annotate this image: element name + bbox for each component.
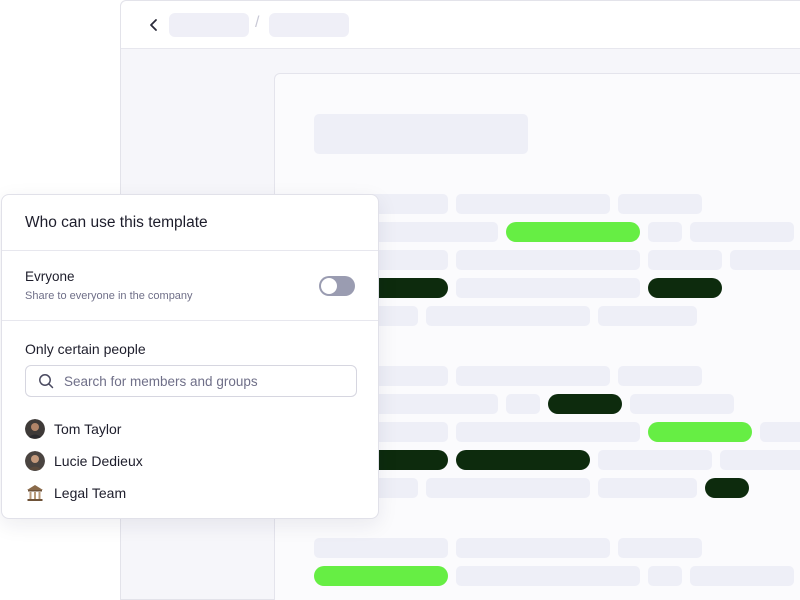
- avatar: [25, 451, 45, 471]
- member-name: Tom Taylor: [54, 421, 122, 437]
- text-placeholder: [598, 306, 697, 326]
- text-placeholder: [456, 278, 640, 298]
- text-placeholder: [690, 222, 794, 242]
- highlight-dark-placeholder: [456, 450, 590, 470]
- toggle-knob: [321, 278, 337, 294]
- highlight-green-placeholder: [314, 566, 448, 586]
- top-bar: /: [121, 1, 800, 49]
- title-placeholder: [314, 114, 528, 154]
- member-search-input[interactable]: [64, 373, 334, 389]
- everyone-label: Evryone: [25, 269, 75, 284]
- breadcrumb-item-placeholder[interactable]: [269, 13, 349, 37]
- member-search-field[interactable]: [25, 365, 357, 397]
- text-placeholder: [456, 538, 610, 558]
- text-placeholder: [426, 478, 590, 498]
- breadcrumb-item-placeholder[interactable]: [169, 13, 249, 37]
- text-placeholder: [456, 194, 610, 214]
- everyone-description: Share to everyone in the company: [25, 290, 193, 302]
- text-placeholder: [618, 366, 702, 386]
- breadcrumb-separator: /: [255, 14, 260, 31]
- panel-header: Who can use this template: [2, 195, 378, 251]
- back-button[interactable]: [143, 13, 165, 37]
- bank-building-icon: [25, 483, 45, 503]
- panel-title: Who can use this template: [25, 213, 208, 231]
- member-name: Lucie Dedieux: [54, 453, 143, 469]
- text-placeholder: [618, 194, 702, 214]
- text-placeholder: [598, 478, 697, 498]
- member-name: Legal Team: [54, 485, 127, 501]
- text-placeholder: [618, 538, 702, 558]
- highlight-green-placeholder: [648, 422, 752, 442]
- text-placeholder: [648, 222, 682, 242]
- text-placeholder: [456, 422, 640, 442]
- text-placeholder: [648, 566, 682, 586]
- everyone-toggle[interactable]: [319, 276, 355, 296]
- member-item[interactable]: Legal Team: [25, 477, 143, 509]
- text-placeholder: [456, 366, 610, 386]
- everyone-option: Evryone Share to everyone in the company: [2, 251, 378, 321]
- highlight-dark-placeholder: [548, 394, 622, 414]
- search-icon: [39, 374, 54, 389]
- highlight-dark-placeholder: [648, 278, 722, 298]
- text-placeholder: [456, 566, 640, 586]
- chevron-left-icon: [150, 19, 157, 31]
- template-access-panel: Who can use this template Evryone Share …: [1, 194, 379, 519]
- text-placeholder: [456, 250, 640, 270]
- avatar: [25, 419, 45, 439]
- text-placeholder: [730, 250, 800, 270]
- text-placeholder: [630, 394, 734, 414]
- text-placeholder: [760, 422, 800, 442]
- member-item[interactable]: Lucie Dedieux: [25, 445, 143, 477]
- text-placeholder: [720, 450, 800, 470]
- text-placeholder: [314, 538, 448, 558]
- text-placeholder: [598, 450, 712, 470]
- certain-people-label: Only certain people: [25, 341, 146, 357]
- text-placeholder: [648, 250, 722, 270]
- text-placeholder: [690, 566, 794, 586]
- member-item[interactable]: Tom Taylor: [25, 413, 143, 445]
- highlight-dark-placeholder: [705, 478, 749, 498]
- member-list: Tom Taylor Lucie Dedieux Legal Team: [25, 413, 143, 509]
- text-placeholder: [426, 306, 590, 326]
- highlight-green-placeholder: [506, 222, 640, 242]
- text-placeholder: [506, 394, 540, 414]
